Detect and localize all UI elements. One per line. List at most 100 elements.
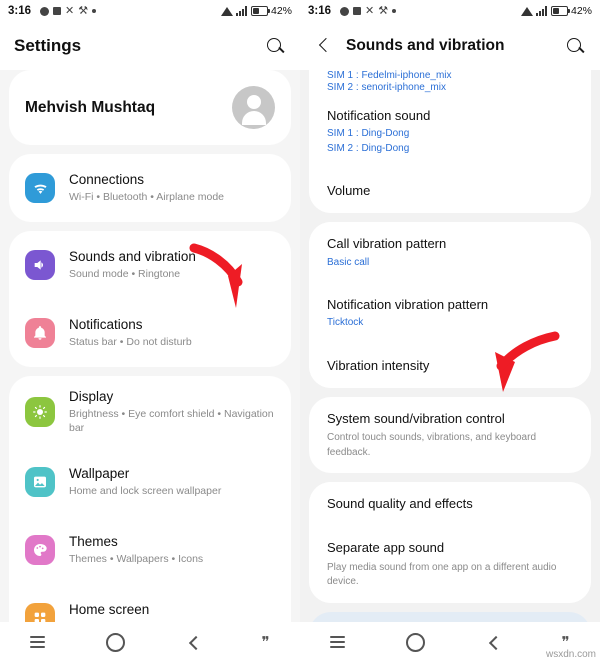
item-title: Volume	[327, 183, 371, 199]
accessibility-icon[interactable]: ❞	[262, 635, 270, 650]
stop-square-icon	[53, 7, 62, 15]
wallpaper-text: Wallpaper Home and lock screen wallpaper	[69, 465, 275, 499]
more-dot-icon	[92, 9, 97, 13]
sidebar-item-wallpaper[interactable]: Wallpaper Home and lock screen wallpaper	[9, 448, 291, 516]
item-title: Connections	[69, 172, 145, 188]
bluetooth-icon: ⚒	[378, 4, 389, 17]
item-title: Home screen	[69, 601, 150, 617]
right-status-left-icons: 3:16 ✕ ⚒	[308, 5, 521, 17]
right-status-right-icons: 42%	[520, 5, 592, 17]
home-nav-icon[interactable]	[106, 632, 126, 652]
close-x-icon: ✕	[365, 4, 375, 17]
themes-text: Themes Themes • Wallpapers • Icons	[69, 533, 275, 567]
left-phone-screen: 3:16 ✕ ⚒ 42% Settings Mehvish Mushtaq Co…	[0, 0, 300, 662]
search-icon[interactable]	[564, 35, 586, 57]
item-title: System sound/vibration control	[327, 410, 505, 426]
more-dot-icon	[392, 9, 397, 13]
list-item-vibration-intensity[interactable]: Vibration intensity	[309, 343, 591, 388]
vibration-card[interactable]: Call vibration pattern Basic call Notifi…	[309, 222, 591, 388]
item-subtitle: Control touch sounds, vibrations, and ke…	[327, 432, 537, 458]
sound-quality-card[interactable]: Sound quality and effects Separate app s…	[309, 482, 591, 603]
status-time: 3:16	[308, 5, 332, 17]
item-title: Call vibration pattern	[327, 236, 447, 252]
clipped-sim1: SIM 1 : Fedelmi-iphone_mix	[327, 70, 452, 81]
stop-square-icon	[353, 7, 362, 15]
recents-icon[interactable]	[30, 636, 46, 648]
right-status-bar: 3:16 ✕ ⚒ 42%	[300, 0, 600, 22]
looking-for-something-else-card[interactable]: Looking for something else? Alert when p…	[309, 611, 591, 622]
right-settings-list[interactable]: SIM 1 : Fedelmi-iphone_mix SIM 2 : senor…	[300, 70, 600, 622]
profile-name: Mehvish Mushtaq	[25, 98, 156, 116]
left-status-bar: 3:16 ✕ ⚒ 42%	[0, 0, 300, 22]
item-value: Basic call	[327, 256, 370, 268]
item-title: Sounds and vibration	[69, 249, 196, 265]
item-title: Themes	[69, 533, 118, 549]
profile-card[interactable]: Mehvish Mushtaq	[9, 70, 291, 145]
system-sound-card[interactable]: System sound/vibration control Control t…	[309, 396, 591, 474]
back-arrow-icon[interactable]	[314, 35, 336, 57]
item-value: Ticktock	[327, 317, 364, 329]
item-subtitle: Sound mode • Ringtone	[69, 268, 181, 281]
list-item-sound-quality-and-effects[interactable]: Sound quality and effects	[309, 482, 591, 527]
recents-icon[interactable]	[330, 636, 346, 648]
sounds-text: Sounds and vibration Sound mode • Ringto…	[69, 248, 275, 282]
settings-group-display[interactable]: Display Brightness • Eye comfort shield …	[9, 376, 291, 622]
sidebar-item-sounds-and-vibration[interactable]: Sounds and vibration Sound mode • Ringto…	[9, 231, 291, 299]
item-sim2: SIM 2 : Ding-Dong	[327, 142, 410, 154]
list-item-separate-app-sound[interactable]: Separate app sound Play media sound from…	[309, 526, 591, 603]
item-title: Display	[69, 389, 114, 404]
settings-group-connections[interactable]: Connections Wi-Fi • Bluetooth • Airplane…	[9, 154, 291, 222]
item-title: Notifications	[69, 317, 143, 333]
back-nav-icon[interactable]	[186, 635, 201, 650]
list-item-notification-vibration-pattern[interactable]: Notification vibration pattern Ticktock	[309, 283, 591, 344]
right-phone-screen: 3:16 ✕ ⚒ 42% Sounds and vibration SIM 1 …	[300, 0, 600, 662]
notification-volume-card[interactable]: Notification sound SIM 1 : Ding-Dong SIM…	[309, 94, 591, 214]
battery-percent: 42%	[570, 5, 592, 17]
item-subtitle: Brightness • Eye comfort shield • Naviga…	[69, 408, 274, 434]
signal-status-icon	[535, 6, 548, 16]
list-item-call-vibration-pattern[interactable]: Call vibration pattern Basic call	[309, 222, 591, 284]
item-title: Wallpaper	[69, 465, 130, 481]
close-x-icon: ✕	[65, 4, 75, 17]
sidebar-item-connections[interactable]: Connections Wi-Fi • Bluetooth • Airplane…	[9, 154, 291, 222]
wifi-icon	[25, 173, 55, 203]
record-dot-icon	[40, 6, 50, 16]
list-item-notification-sound[interactable]: Notification sound SIM 1 : Ding-Dong SIM…	[309, 94, 591, 170]
battery-icon	[250, 6, 270, 16]
item-subtitle: Home and lock screen wallpaper	[69, 484, 222, 497]
list-item-volume[interactable]: Volume	[309, 169, 591, 214]
accessibility-icon[interactable]: ❞	[562, 635, 570, 650]
connections-text: Connections Wi-Fi • Bluetooth • Airplane…	[69, 171, 275, 205]
display-icon	[25, 396, 55, 427]
left-settings-list[interactable]: Mehvish Mushtaq Connections Wi-Fi • Blue…	[0, 70, 300, 622]
screenshot-root: 3:16 ✕ ⚒ 42% Settings Mehvish Mushtaq Co…	[0, 0, 600, 662]
item-subtitle: Themes • Wallpapers • Icons	[69, 552, 204, 565]
notifications-text: Notifications Status bar • Do not distur…	[69, 316, 275, 350]
back-nav-icon[interactable]	[486, 635, 501, 650]
home-screen-text: Home screen Layout • App icon badges	[69, 601, 275, 622]
left-navigation-bar[interactable]: ❞	[0, 622, 300, 662]
wallpaper-icon	[25, 466, 55, 497]
home-nav-icon[interactable]	[406, 632, 426, 652]
item-title: Separate app sound	[327, 540, 445, 556]
settings-group-sound[interactable]: Sounds and vibration Sound mode • Ringto…	[9, 231, 291, 367]
item-title: Notification vibration pattern	[327, 297, 489, 313]
list-item-system-sound-vibration-control[interactable]: System sound/vibration control Control t…	[309, 396, 591, 474]
right-header: Sounds and vibration	[300, 22, 600, 70]
sidebar-item-home-screen[interactable]: Home screen Layout • App icon badges	[9, 584, 291, 622]
search-icon[interactable]	[264, 35, 286, 57]
wifi-status-icon	[520, 6, 533, 16]
item-subtitle: Wi-Fi • Bluetooth • Airplane mode	[69, 191, 225, 204]
record-dot-icon	[340, 6, 350, 16]
item-sim1: SIM 1 : Ding-Dong	[327, 128, 410, 140]
home-icon	[25, 602, 55, 622]
avatar[interactable]	[232, 86, 275, 129]
sidebar-item-notifications[interactable]: Notifications Status bar • Do not distur…	[9, 299, 291, 367]
profile-row[interactable]: Mehvish Mushtaq	[9, 70, 291, 145]
item-subtitle: Status bar • Do not disturb	[69, 336, 192, 349]
sidebar-item-display[interactable]: Display Brightness • Eye comfort shield …	[9, 376, 291, 448]
sidebar-item-themes[interactable]: Themes Themes • Wallpapers • Icons	[9, 516, 291, 584]
left-status-left-icons: 3:16 ✕ ⚒	[8, 5, 221, 17]
clipped-ringtone-rows[interactable]: SIM 1 : Fedelmi-iphone_mix SIM 2 : senor…	[309, 70, 591, 94]
clipped-sim2: SIM 2 : senorit-iphone_mix	[327, 82, 446, 93]
